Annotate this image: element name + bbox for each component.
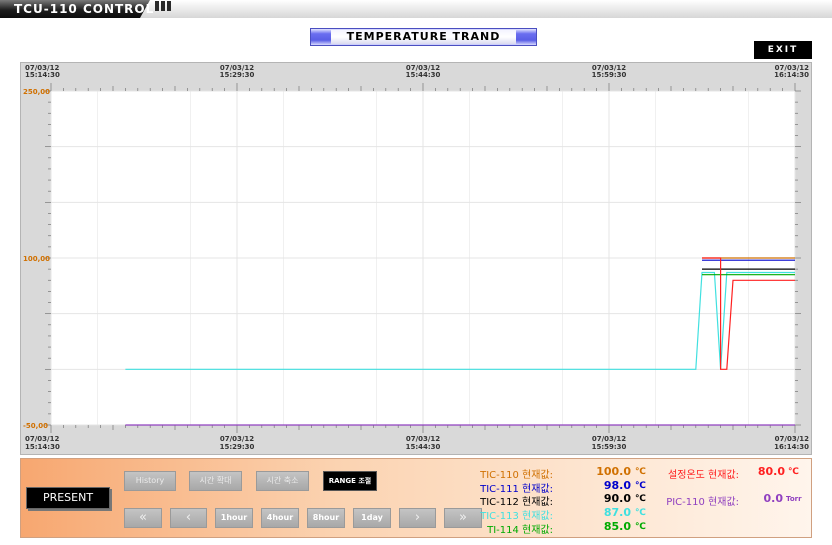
next-page-button[interactable]: › [399,508,436,528]
pressure-value: 0.0 [763,492,784,505]
reading-unit: ℃ [635,481,646,491]
tab-stripe [167,1,171,11]
page-title-banner: TEMPERATURE TRAND [310,28,537,46]
first-page-button[interactable]: « [124,508,162,528]
setpoint-label: 설정온도 현재값: [668,470,739,481]
x-tick-label-date-bottom: 07/03/12 [220,435,254,443]
x-tick-label-date-bottom: 07/03/12 [25,435,59,443]
x-tick-label-time-top: 15:29:30 [220,71,255,79]
reading-value: 90.0 [603,492,631,505]
reading-label: TIC-113 현재값: [480,511,553,522]
exit-button[interactable]: EXIT [754,41,812,59]
control-panel: PRESENT History 시간 확대 시간 축소 RANGE 조절 « ‹… [20,458,812,538]
page-title: TEMPERATURE TRAND [331,30,516,44]
x-tick-label-date-bottom: 07/03/12 [775,435,809,443]
reading-unit: ℃ [635,467,646,477]
setpoint-value: 80.0 [757,465,785,478]
tab-stripe [155,1,159,11]
4hour-button[interactable]: 4hour [261,508,299,528]
y-tick-label: 250,00 [23,88,50,96]
reading-value: 87.0 [603,506,631,519]
app-title: TCU-110 CONTROL [14,2,155,16]
8hour-button[interactable]: 8hour [307,508,345,528]
x-tick-label-time-bottom: 15:14:30 [25,443,60,451]
x-tick-label-time-bottom: 16:14:30 [774,443,809,451]
1hour-button[interactable]: 1hour [215,508,253,528]
y-tick-label: 100,00 [23,255,50,263]
reading-value: 98.0 [603,479,631,492]
x-tick-label-time-top: 15:44:30 [406,71,441,79]
reading-label: TIC-112 현재값: [480,497,553,508]
app-title-tab: TCU-110 CONTROL [0,0,176,18]
reading-unit: ℃ [635,494,646,504]
reading-unit: ℃ [635,508,646,518]
pressure-unit: Torr [786,495,802,503]
present-button[interactable]: PRESENT [26,487,110,509]
zoom-out-button[interactable]: 시간 축소 [256,471,309,491]
tab-stripe [161,1,165,11]
setpoint-unit: ℃ [788,467,799,477]
reading-value: 85.0 [603,520,631,533]
x-tick-label-date-bottom: 07/03/12 [406,435,440,443]
pressure-label: PIC-110 현재값: [666,497,739,508]
x-tick-label-time-bottom: 15:59:30 [592,443,627,451]
reading-label: TI-114 현재값: [487,525,553,536]
temperature-trend-chart: 07/03/12 15:14:30 07/03/12 15:14:30 07/03/12… [20,62,812,455]
reading-unit: ℃ [635,522,646,532]
y-tick-label: -50,00 [23,422,48,430]
x-tick-label-time-top: 16:14:30 [774,71,809,79]
zoom-in-button[interactable]: 시간 확대 [189,471,242,491]
x-tick-label-time-top: 15:14:30 [25,71,60,79]
history-button[interactable]: History [124,471,176,491]
1day-button[interactable]: 1day [353,508,391,528]
range-button[interactable]: RANGE 조절 [323,471,377,491]
top-bar: TCU-110 CONTROL [0,0,832,18]
x-tick-label-time-bottom: 15:29:30 [220,443,255,451]
prev-page-button[interactable]: ‹ [170,508,207,528]
reading-label: TIC-110 현재값: [480,470,553,481]
trend-chart-svg: 07/03/1215:14:3007/03/1215:14:3007/03/12… [23,64,809,451]
reading-value: 100.0 [596,465,631,478]
x-tick-label-time-top: 15:59:30 [592,71,627,79]
x-tick-label-date-bottom: 07/03/12 [592,435,626,443]
x-tick-label-time-bottom: 15:44:30 [406,443,441,451]
